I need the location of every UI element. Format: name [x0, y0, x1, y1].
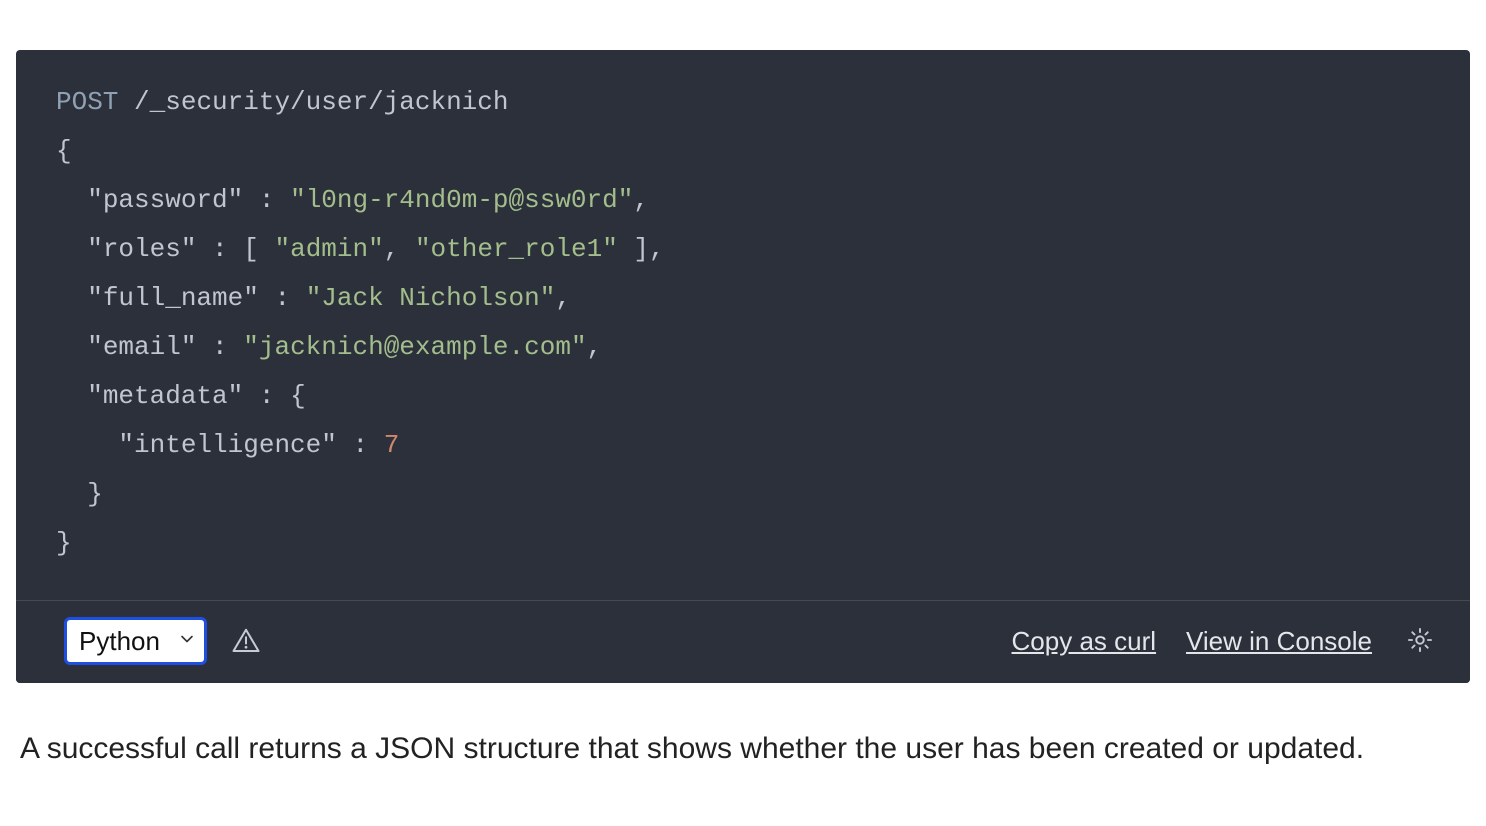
code-value-intelligence: 7	[384, 430, 400, 460]
http-method: POST	[56, 87, 118, 117]
code-value-role-0: "admin"	[274, 234, 383, 264]
warning-icon	[231, 626, 261, 656]
code-value-email: "jacknich@example.com"	[243, 332, 586, 362]
gear-icon	[1406, 626, 1434, 657]
copy-as-curl-link[interactable]: Copy as curl	[1012, 626, 1157, 657]
code-value-fullname: "Jack Nicholson"	[306, 283, 556, 313]
description-text: A successful call returns a JSON structu…	[16, 725, 1470, 773]
request-path: /_security/user/jacknich	[134, 87, 508, 117]
code-content: POST /_security/user/jacknich { "passwor…	[16, 50, 1470, 600]
code-value-password: "l0ng-r4nd0m-p@ssw0rd"	[290, 185, 633, 215]
settings-button[interactable]	[1402, 622, 1438, 661]
code-value-role-1: "other_role1"	[415, 234, 618, 264]
code-toolbar: Python Copy as c	[16, 600, 1470, 683]
code-block: POST /_security/user/jacknich { "passwor…	[16, 50, 1470, 683]
view-in-console-link[interactable]: View in Console	[1186, 626, 1372, 657]
language-select[interactable]: Python	[64, 617, 207, 665]
language-select-wrap: Python	[64, 617, 207, 665]
